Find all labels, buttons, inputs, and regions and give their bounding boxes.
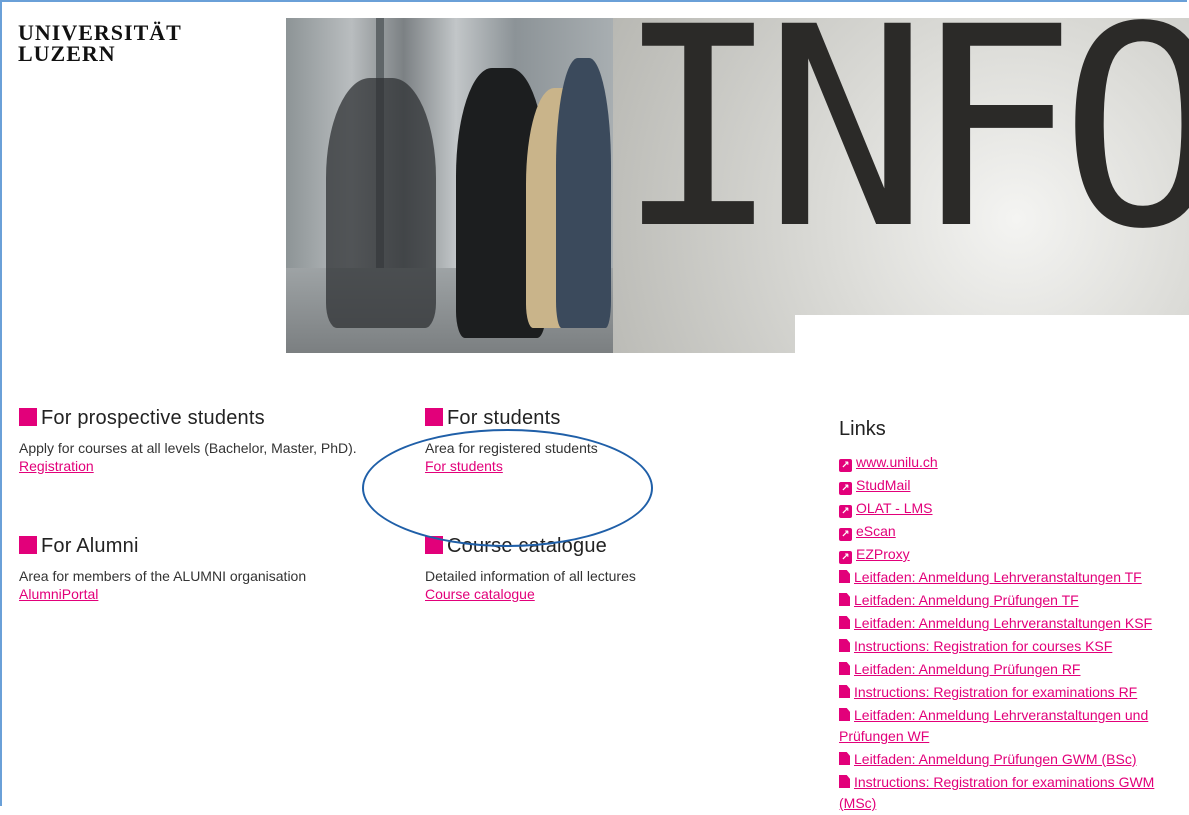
list-item: Leitfaden: Anmeldung Lehrveranstaltungen… — [839, 705, 1184, 747]
link-ezproxy[interactable]: EZProxy — [856, 546, 910, 562]
link-pdf[interactable]: Instructions: Registration for examinati… — [839, 774, 1154, 811]
hero-info-text: INFO — [615, 18, 1189, 290]
links-list: ↗ www.unilu.ch ↗ StudMail ↗ OLAT - LMS ↗ eSc… — [839, 451, 1189, 814]
section-text: Area for registered students — [425, 440, 598, 456]
link-pdf[interactable]: Leitfaden: Anmeldung Prüfungen GWM (BSc) — [854, 751, 1136, 767]
link-pdf[interactable]: Leitfaden: Anmeldung Lehrveranstaltungen… — [854, 569, 1142, 585]
external-link-icon: ↗ — [839, 505, 852, 518]
link-olat[interactable]: OLAT - LMS — [856, 500, 933, 516]
pdf-icon — [839, 662, 850, 675]
pdf-icon — [839, 685, 850, 698]
section-text: Detailed information of all lectures — [425, 568, 636, 584]
square-bullet-icon — [19, 408, 37, 426]
section-alumni: For Alumni Area for members of the ALUMN… — [19, 535, 399, 604]
list-item: Leitfaden: Anmeldung Prüfungen RF — [839, 658, 1189, 681]
list-item: Leitfaden: Anmeldung Prüfungen TF — [839, 589, 1189, 612]
link-unilu[interactable]: www.unilu.ch — [856, 454, 938, 470]
section-prospective-students: For prospective students Apply for cours… — [19, 407, 379, 476]
square-bullet-icon — [425, 408, 443, 426]
pdf-icon — [839, 616, 850, 629]
link-pdf[interactable]: Leitfaden: Anmeldung Prüfungen TF — [854, 592, 1079, 608]
hero-photo-info-sign: INFO — [613, 18, 1189, 353]
section-title: For prospective students — [19, 407, 379, 430]
photo-person-jeans — [556, 58, 611, 328]
hero-photo-students — [286, 18, 613, 353]
link-studmail[interactable]: StudMail — [856, 477, 910, 493]
pdf-icon — [839, 593, 850, 606]
link-pdf[interactable]: Leitfaden: Anmeldung Lehrveranstaltungen… — [839, 707, 1148, 744]
list-item: ↗ eScan — [839, 520, 1189, 543]
hero-cutout — [795, 315, 1189, 353]
list-item: Instructions: Registration for examinati… — [839, 681, 1189, 704]
photo-person-blurred — [326, 78, 436, 328]
section-title: Course catalogue — [425, 535, 725, 558]
link-escan[interactable]: eScan — [856, 523, 896, 539]
list-item: ↗ www.unilu.ch — [839, 451, 1189, 474]
section-text: Apply for courses at all levels (Bachelo… — [19, 440, 357, 456]
section-students: For students Area for registered student… — [425, 407, 725, 476]
link-pdf[interactable]: Instructions: Registration for courses K… — [854, 638, 1112, 654]
square-bullet-icon — [19, 536, 37, 554]
section-title: For students — [425, 407, 725, 430]
list-item: ↗ OLAT - LMS — [839, 497, 1189, 520]
list-item: Leitfaden: Anmeldung Prüfungen GWM (BSc) — [839, 748, 1189, 771]
university-logo[interactable]: UNIVERSITÄT LUZERN — [18, 20, 182, 66]
list-item: Instructions: Registration for courses K… — [839, 635, 1189, 658]
square-bullet-icon — [425, 536, 443, 554]
link-pdf[interactable]: Leitfaden: Anmeldung Prüfungen RF — [854, 661, 1081, 677]
link-pdf[interactable]: Leitfaden: Anmeldung Lehrveranstaltungen… — [854, 615, 1152, 631]
logo-line-1: UNIVERSITÄT — [18, 20, 182, 45]
link-pdf[interactable]: Instructions: Registration for examinati… — [854, 684, 1137, 700]
list-item: Leitfaden: Anmeldung Lehrveranstaltungen… — [839, 612, 1189, 635]
course-catalogue-link[interactable]: Course catalogue — [425, 586, 535, 602]
section-course-catalogue: Course catalogue Detailed information of… — [425, 535, 725, 604]
registration-link[interactable]: Registration — [19, 458, 94, 474]
list-item: ↗ StudMail — [839, 474, 1189, 497]
section-text: Area for members of the ALUMNI organisat… — [19, 568, 307, 584]
list-item: Leitfaden: Anmeldung Lehrveranstaltungen… — [839, 566, 1189, 589]
pdf-icon — [839, 708, 850, 721]
external-link-icon: ↗ — [839, 551, 852, 564]
external-link-icon: ↗ — [839, 459, 852, 472]
for-students-link[interactable]: For students — [425, 458, 503, 474]
pdf-icon — [839, 775, 850, 788]
links-title: Links — [839, 418, 886, 440]
alumni-portal-link[interactable]: AlumniPortal — [19, 586, 98, 602]
external-link-icon: ↗ — [839, 528, 852, 541]
logo-line-2: LUZERN — [18, 41, 116, 66]
pdf-icon — [839, 570, 850, 583]
pdf-icon — [839, 752, 850, 765]
links-panel: Links ↗ www.unilu.ch ↗ StudMail ↗ OLAT - LM… — [839, 418, 1189, 815]
pdf-icon — [839, 639, 850, 652]
list-item: ↗ EZProxy — [839, 543, 1189, 566]
external-link-icon: ↗ — [839, 482, 852, 495]
section-title: For Alumni — [19, 535, 399, 558]
hero-banner: INFO — [286, 18, 1189, 353]
